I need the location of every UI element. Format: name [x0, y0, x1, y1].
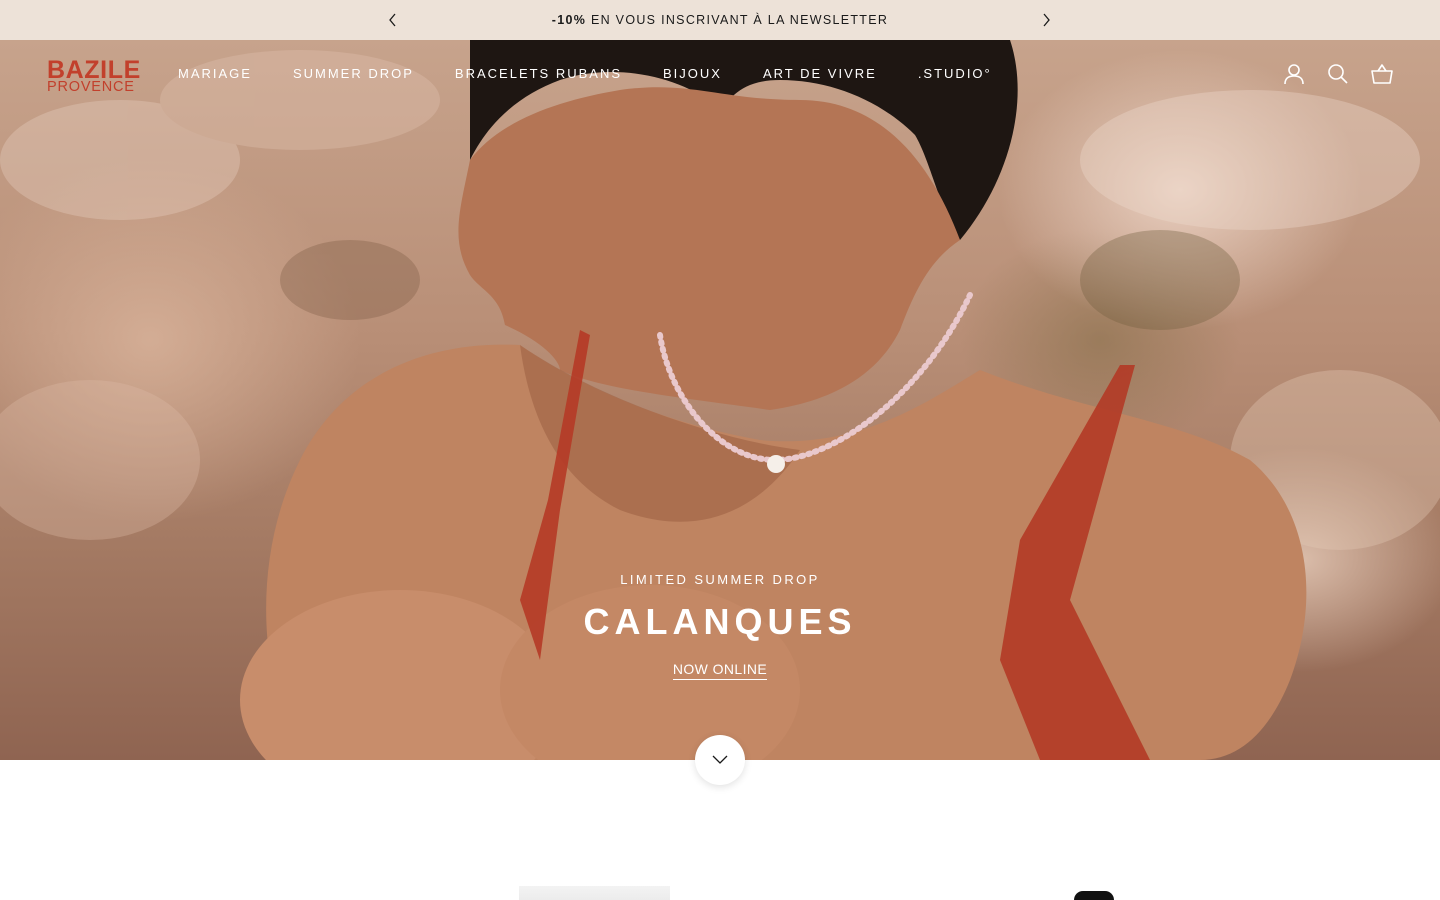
header-actions	[1282, 62, 1394, 86]
brand-logo[interactable]: BAZILE PROVENCE	[47, 58, 140, 95]
nav-item-summer-drop[interactable]: SUMMER DROP	[293, 66, 414, 81]
nav-item-art-de-vivre[interactable]: ART DE VIVRE	[763, 66, 877, 81]
announcement-bar: -10% EN VOUS INSCRIVANT À LA NEWSLETTER	[0, 0, 1440, 40]
account-icon	[1284, 64, 1304, 85]
account-button[interactable]	[1282, 62, 1306, 86]
content-image-placeholder	[519, 886, 670, 900]
main-nav: MARIAGE SUMMER DROP BRACELETS RUBANS BIJ…	[178, 66, 992, 81]
hero-title: CALANQUES	[583, 601, 857, 642]
scroll-down-button[interactable]	[695, 735, 745, 785]
announcement-next-button[interactable]	[1036, 10, 1056, 30]
content-heading-partial	[1074, 891, 1114, 900]
brand-logo-line2: PROVENCE	[47, 79, 135, 95]
announcement-text: EN VOUS INSCRIVANT À LA NEWSLETTER	[586, 13, 889, 27]
nav-item-bracelets-rubans[interactable]: BRACELETS RUBANS	[455, 66, 622, 81]
cart-button[interactable]	[1370, 62, 1394, 86]
site-header: BAZILE PROVENCE MARIAGE SUMMER DROP BRAC…	[0, 40, 1440, 110]
cart-icon	[1371, 64, 1393, 84]
nav-item-mariage[interactable]: MARIAGE	[178, 66, 252, 81]
search-button[interactable]	[1326, 62, 1350, 86]
nav-item-bijoux[interactable]: BIJOUX	[663, 66, 722, 81]
chevron-down-icon	[712, 755, 728, 764]
hero-cta-link[interactable]: NOW ONLINE	[672, 661, 768, 680]
hero-content: LIMITED SUMMER DROP CALANQUES NOW ONLINE	[0, 572, 1440, 680]
chevron-left-icon	[389, 13, 396, 27]
chevron-right-icon	[1043, 13, 1050, 27]
search-icon	[1328, 64, 1348, 84]
announcement-message[interactable]: -10% EN VOUS INSCRIVANT À LA NEWSLETTER	[552, 13, 888, 27]
announcement-prev-button[interactable]	[383, 10, 403, 30]
hero-subtitle: LIMITED SUMMER DROP	[620, 572, 820, 587]
nav-item-studio[interactable]: .STUDIO°	[918, 66, 992, 81]
announcement-highlight: -10%	[551, 13, 587, 27]
